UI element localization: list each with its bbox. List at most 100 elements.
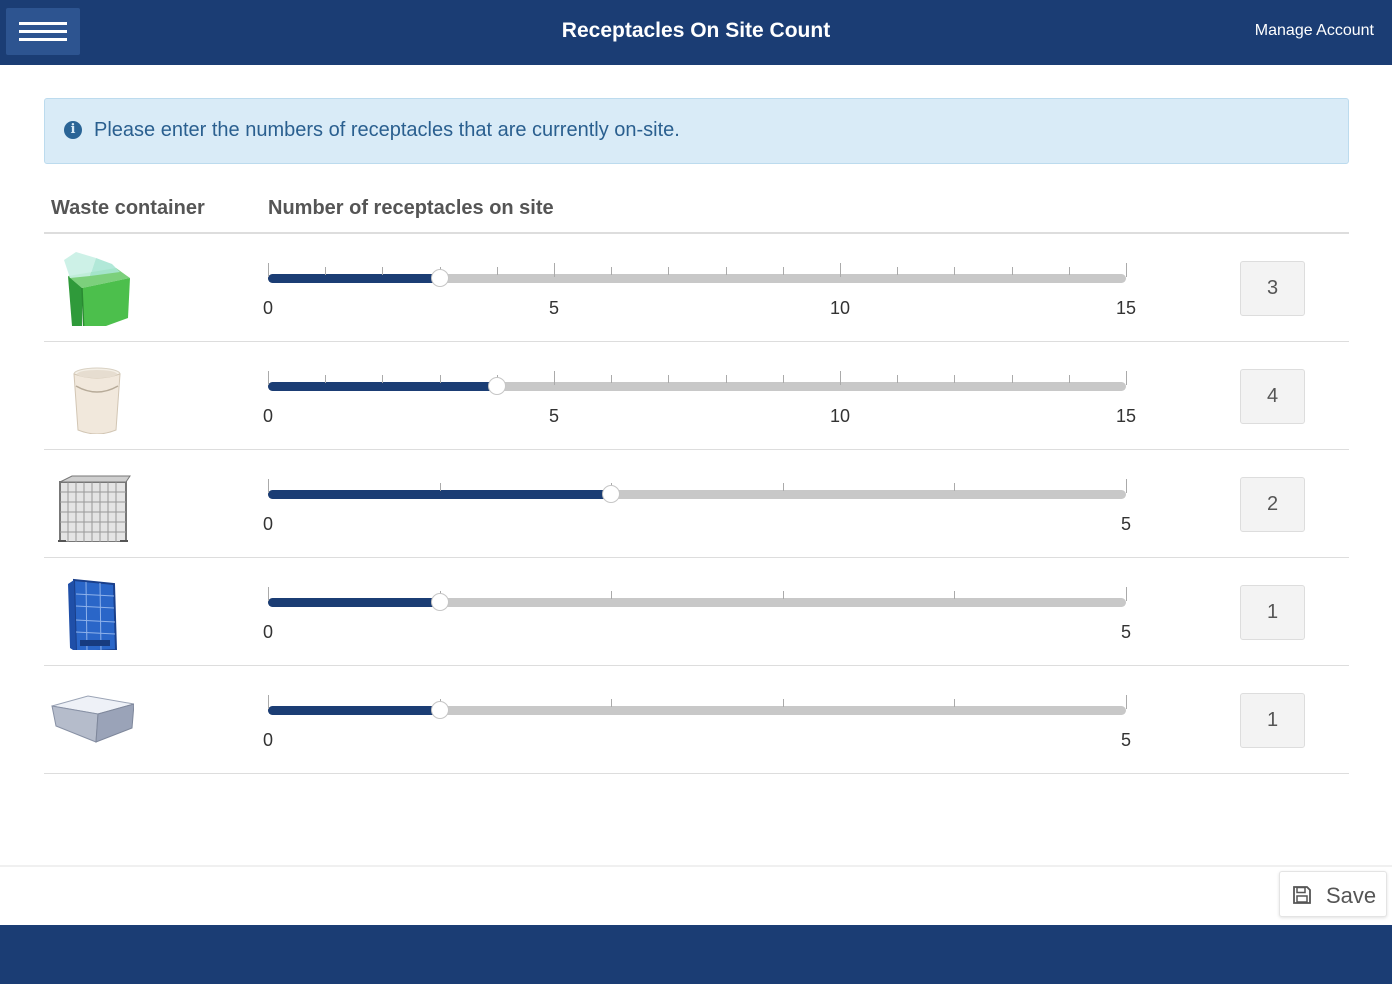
receptacle-count-input[interactable]: 3 — [1240, 261, 1305, 316]
slider-tick-label: 0 — [262, 298, 274, 318]
slider-tick-label: 5 — [1120, 514, 1132, 534]
slider-handle[interactable] — [430, 269, 449, 287]
slider-tick — [897, 267, 899, 275]
green-box-bin-icon — [64, 252, 130, 326]
slider-tick — [782, 591, 784, 599]
slider-tick — [1126, 479, 1127, 493]
slider-tick — [268, 695, 269, 709]
slider-tick — [325, 267, 327, 275]
receptacle-count-slider[interactable]: 0 5 10 15 — [263, 263, 1136, 327]
slider-tick-label: 0 — [262, 514, 274, 534]
receptacle-count-slider[interactable]: 05 — [263, 587, 1131, 651]
page-title: Receptacles On Site Count — [561, 19, 831, 42]
receptacle-count-slider[interactable]: 05 — [263, 695, 1131, 759]
save-button-label: Save — [1326, 883, 1377, 908]
slider-tick — [1126, 695, 1127, 709]
slider-tick — [782, 483, 784, 491]
table-row: 05 2 — [44, 450, 1349, 558]
slider-tick — [725, 267, 727, 275]
slider-tick — [1126, 587, 1127, 601]
floppy-disk-icon — [1293, 886, 1311, 904]
slider-fill — [268, 598, 440, 607]
slider-tick — [611, 267, 613, 275]
slider-tick — [496, 267, 498, 275]
receptacle-count-slider[interactable]: 0 5 10 15 — [263, 371, 1136, 435]
slider-tick — [1068, 267, 1070, 275]
slider-tick — [954, 375, 956, 383]
slider-tick-label: 0 — [262, 406, 274, 426]
app-header: Receptacles On Site Count Manage Account — [0, 0, 1392, 65]
slider-tick — [268, 371, 269, 385]
slider-fill — [268, 274, 440, 283]
slider-tick — [611, 375, 613, 383]
slider-tick — [954, 267, 956, 275]
slider-tick — [954, 483, 956, 491]
slider-tick — [782, 267, 784, 275]
blue-cage-bin-icon — [68, 578, 118, 650]
slider-handle[interactable] — [487, 377, 506, 395]
receptacle-count-input[interactable]: 4 — [1240, 369, 1305, 424]
slider-tick — [382, 267, 384, 275]
slider-tick-label: 0 — [262, 730, 274, 750]
save-button[interactable]: Save — [1279, 871, 1387, 917]
column-header-waste-container: Waste container — [51, 197, 205, 219]
slider-tick — [782, 699, 784, 707]
info-icon: i — [64, 121, 82, 139]
slider-tick-label: 0 — [262, 622, 274, 642]
slider-tick-label: 5 — [1120, 622, 1132, 642]
footer-divider — [0, 865, 1392, 867]
slider-tick — [439, 483, 441, 491]
slider-tick — [268, 587, 269, 601]
receptacle-count-input[interactable]: 1 — [1240, 585, 1305, 640]
slider-tick — [725, 375, 727, 383]
slider-tick — [954, 591, 956, 599]
slider-tick — [668, 267, 670, 275]
slider-tick — [1126, 371, 1127, 385]
table-row: 05 1 — [44, 558, 1349, 666]
hamburger-menu-icon[interactable] — [6, 8, 80, 55]
slider-tick — [268, 479, 269, 493]
slider-handle[interactable] — [430, 701, 449, 719]
slider-tick — [1126, 263, 1127, 277]
grey-lidded-tub-icon — [51, 695, 134, 743]
slider-tick — [1011, 267, 1013, 275]
slider-tick — [897, 375, 899, 383]
slider-tick-label: 10 — [829, 298, 851, 318]
slider-tick — [668, 375, 670, 383]
slider-tick-label: 5 — [1120, 730, 1132, 750]
slider-tick-label: 5 — [548, 406, 560, 426]
info-alert: i Please enter the numbers of receptacle… — [44, 98, 1349, 164]
slider-tick — [840, 371, 841, 385]
slider-tick — [554, 263, 555, 277]
slider-tick-label: 15 — [1115, 298, 1137, 318]
slider-tick — [611, 591, 613, 599]
slider-fill — [268, 706, 440, 715]
slider-tick-label: 15 — [1115, 406, 1137, 426]
slider-tick — [954, 699, 956, 707]
slider-tick-label: 10 — [829, 406, 851, 426]
slider-tick — [1068, 375, 1070, 383]
info-alert-text: Please enter the numbers of receptacles … — [94, 119, 680, 141]
slider-fill — [268, 382, 497, 391]
manage-account-link[interactable]: Manage Account — [1255, 22, 1374, 40]
slider-handle[interactable] — [602, 485, 621, 503]
slider-fill — [268, 490, 612, 499]
white-bucket-icon — [73, 367, 121, 434]
receptacle-count-slider[interactable]: 05 — [263, 479, 1131, 543]
slider-tick — [268, 263, 269, 277]
receptacle-count-input[interactable]: 1 — [1240, 693, 1305, 748]
column-header-receptacle-count: Number of receptacles on site — [268, 197, 554, 219]
slider-tick — [382, 375, 384, 383]
slider-handle[interactable] — [430, 593, 449, 611]
slider-tick — [325, 375, 327, 383]
slider-tick — [840, 263, 841, 277]
slider-tick — [1011, 375, 1013, 383]
slider-tick — [611, 699, 613, 707]
bottom-bar — [0, 925, 1392, 984]
receptacle-count-input[interactable]: 2 — [1240, 477, 1305, 532]
table-row: 0 5 10 15 3 — [44, 234, 1349, 342]
slider-tick — [782, 375, 784, 383]
wire-mesh-cage-icon — [58, 475, 131, 542]
slider-tick-label: 5 — [548, 298, 560, 318]
table-row: 0 5 10 15 4 — [44, 342, 1349, 450]
